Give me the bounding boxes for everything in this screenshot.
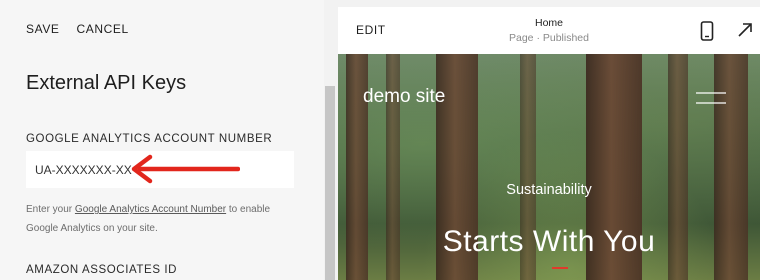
scrollbar-thumb[interactable] xyxy=(325,86,335,280)
mobile-view-icon[interactable] xyxy=(700,21,714,41)
red-arrow-annotation xyxy=(131,154,240,184)
hero-subtitle: Sustainability xyxy=(506,182,592,198)
page-title: Home xyxy=(534,17,563,29)
expand-arrow-icon[interactable] xyxy=(736,21,754,39)
page-status: Page · Published xyxy=(509,32,589,44)
settings-panel: SAVE CANCEL External API Keys GOOGLE ANA… xyxy=(0,0,324,280)
site-logo-text[interactable]: demo site xyxy=(363,86,445,108)
amazon-associates-label: AMAZON ASSOCIATES ID xyxy=(26,264,178,276)
hamburger-menu-icon[interactable] xyxy=(696,91,726,105)
save-button[interactable]: SAVE xyxy=(26,22,60,36)
hero-title: Starts With You xyxy=(442,225,656,258)
hero-section: demo site Sustainability Starts With You xyxy=(338,54,760,280)
ga-account-label: GOOGLE ANALYTICS ACCOUNT NUMBER xyxy=(26,133,273,145)
cancel-button[interactable]: CANCEL xyxy=(77,22,129,36)
panel-title: External API Keys xyxy=(26,72,187,94)
hero-accent-line xyxy=(552,267,568,269)
helper-prefix: Enter your xyxy=(26,204,75,215)
panel-toolbar: SAVE CANCEL xyxy=(26,22,129,36)
site-preview: EDIT Home Page · Published demo site Sus… xyxy=(338,7,760,280)
preview-header: EDIT Home Page · Published xyxy=(338,7,760,54)
ga-helper-text: Enter your Google Analytics Account Numb… xyxy=(26,200,301,238)
ga-account-link[interactable]: Google Analytics Account Number xyxy=(75,204,226,215)
